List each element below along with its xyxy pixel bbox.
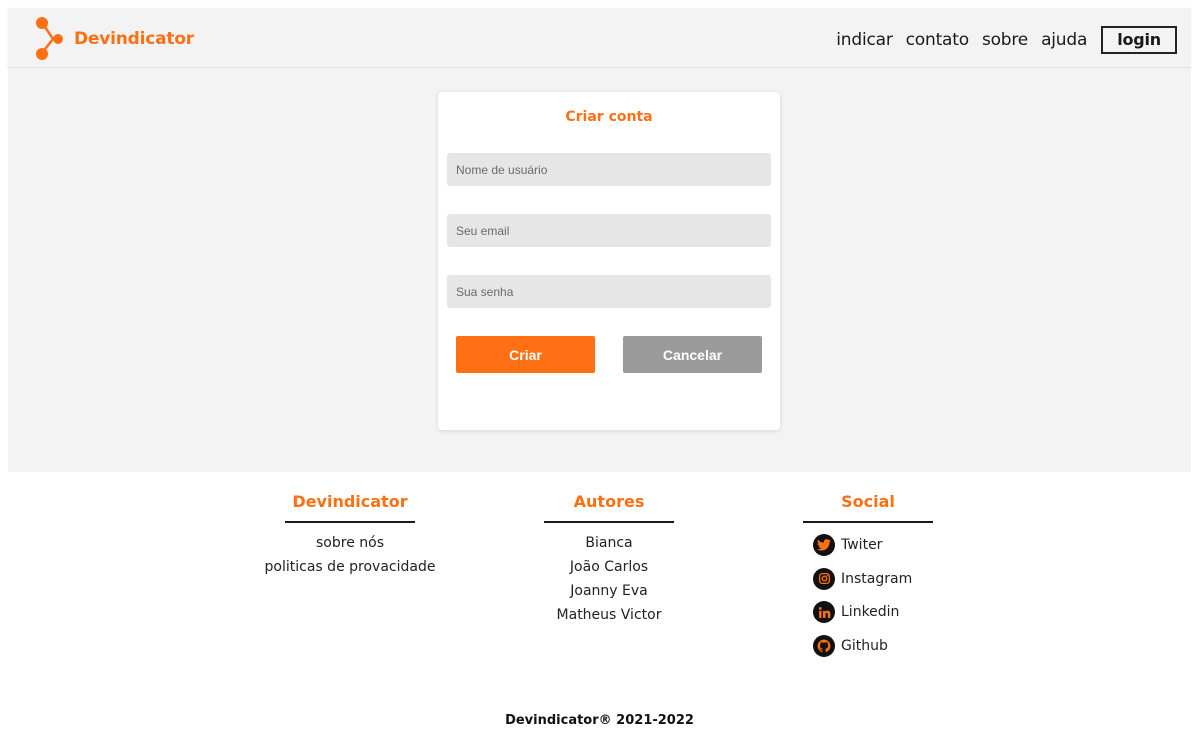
social-list: Twiter Instagram Linkedin Github bbox=[773, 534, 963, 657]
social-label: Github bbox=[841, 637, 888, 654]
email-input[interactable] bbox=[447, 214, 771, 247]
link-about[interactable]: sobre nós bbox=[255, 531, 445, 555]
password-input[interactable] bbox=[447, 275, 771, 308]
main-area: Criar conta Criar Cancelar bbox=[8, 68, 1191, 472]
social-link-instagram[interactable]: Instagram bbox=[813, 567, 963, 590]
footer-brand-title: Devindicator bbox=[292, 492, 408, 511]
signup-card: Criar conta Criar Cancelar bbox=[438, 92, 780, 430]
instagram-icon bbox=[813, 567, 835, 590]
username-input[interactable] bbox=[447, 153, 771, 186]
github-icon bbox=[813, 634, 835, 657]
nav-contato[interactable]: contato bbox=[906, 30, 969, 50]
logo-icon bbox=[36, 17, 63, 60]
author-name: João Carlos bbox=[569, 559, 649, 575]
divider bbox=[285, 521, 415, 523]
top-header: Devindicator indicar contato sobre ajuda… bbox=[8, 8, 1191, 68]
divider bbox=[803, 521, 933, 523]
social-link-github[interactable]: Github bbox=[813, 634, 963, 657]
social-label: Instagram bbox=[841, 570, 913, 587]
copyright-text: Devindicator® 2021-2022 bbox=[505, 713, 694, 728]
link-privacy[interactable]: politicas de provacidade bbox=[255, 555, 445, 579]
social-label: Twiter bbox=[841, 537, 883, 553]
linkedin-icon bbox=[813, 601, 835, 623]
nav-ajuda[interactable]: ajuda bbox=[1041, 30, 1087, 50]
main-nav: indicar contato sobre ajuda login bbox=[836, 26, 1177, 54]
footer-social-column: Social Twiter Instagram Linkedin Github bbox=[773, 490, 963, 668]
footer-social-title: Social bbox=[841, 492, 895, 511]
social-link-twitter[interactable]: Twiter bbox=[813, 534, 963, 556]
logo-text: Devindicator bbox=[74, 29, 194, 49]
author-name: Joanny Eva bbox=[570, 583, 648, 599]
nav-sobre[interactable]: sobre bbox=[982, 30, 1028, 50]
footer-authors-title: Autores bbox=[573, 492, 645, 511]
social-label: Linkedin bbox=[841, 604, 900, 620]
login-button[interactable]: login bbox=[1101, 26, 1177, 54]
footer-authors-column: Autores Bianca João Carlos Joanny Eva Ma… bbox=[514, 490, 704, 627]
divider bbox=[544, 521, 674, 523]
footer-brand-column: Devindicator sobre nós politicas de prov… bbox=[255, 490, 445, 579]
nav-indicar[interactable]: indicar bbox=[836, 30, 893, 50]
author-name: Matheus Victor bbox=[556, 607, 662, 623]
form-title: Criar conta bbox=[565, 109, 653, 125]
create-button[interactable]: Criar bbox=[456, 336, 595, 373]
cancel-button[interactable]: Cancelar bbox=[623, 336, 762, 373]
logo[interactable]: Devindicator bbox=[34, 16, 194, 62]
twitter-icon bbox=[813, 534, 835, 556]
social-link-linkedin[interactable]: Linkedin bbox=[813, 601, 963, 623]
author-name: Bianca bbox=[585, 535, 633, 551]
